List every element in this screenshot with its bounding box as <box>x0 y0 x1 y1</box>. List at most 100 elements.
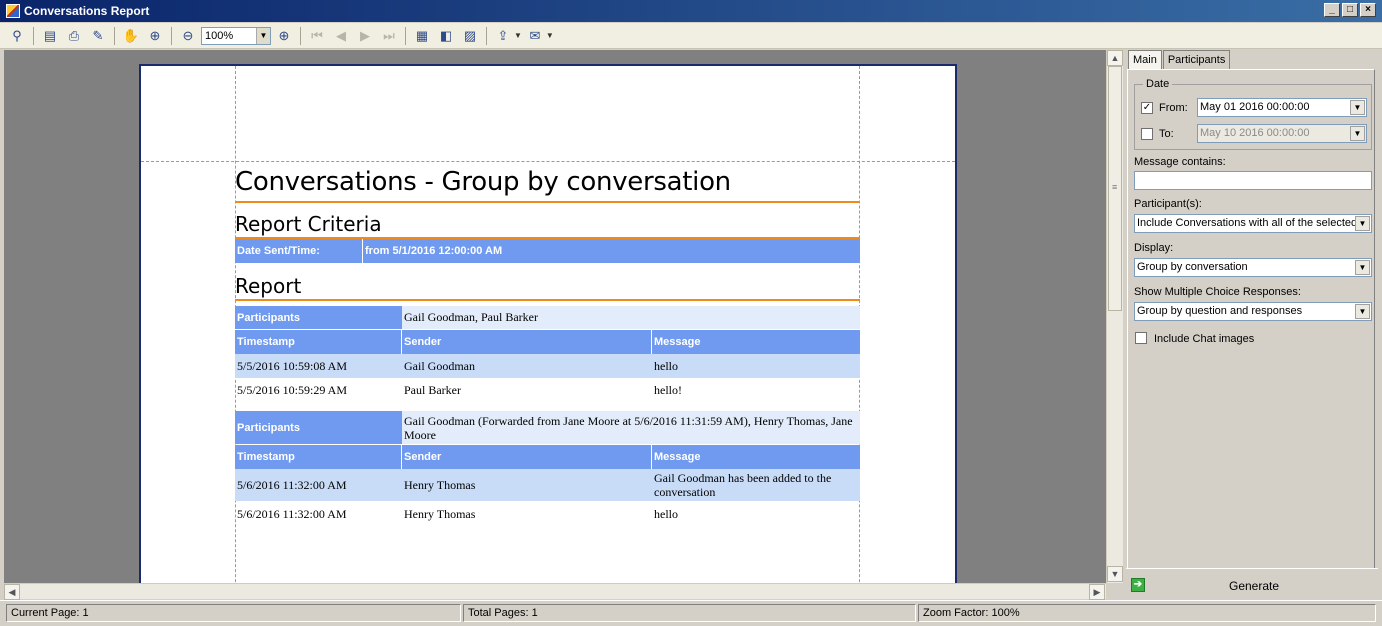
message-contains-label: Message contains: <box>1134 156 1226 168</box>
page-color-icon[interactable]: ◧ <box>435 25 457 47</box>
mc-responses-select[interactable]: Group by question and responses ▼ <box>1134 302 1372 321</box>
email-icon[interactable]: ✉ <box>524 25 546 47</box>
email-dropdown-icon[interactable]: ▼ <box>546 31 554 40</box>
scroll-right-icon[interactable]: ▶ <box>1089 584 1105 600</box>
toolbar-separator <box>486 26 487 45</box>
report-title: Conversations - Group by conversation <box>235 165 860 203</box>
participants-label: Participants <box>235 411 402 444</box>
scroll-left-icon[interactable]: ◀ <box>4 584 20 600</box>
participants-value: Gail Goodman, Paul Barker <box>402 306 860 329</box>
export-dropdown-icon[interactable]: ▼ <box>514 31 522 40</box>
cell-timestamp: 5/5/2016 10:59:08 AM <box>237 358 348 373</box>
toolbar-separator <box>300 26 301 45</box>
display-label: Display: <box>1134 242 1174 254</box>
table-header: Timestamp Sender Message <box>235 330 860 354</box>
hand-tool-icon[interactable]: ✋ <box>120 25 142 47</box>
find-icon[interactable]: ⚲ <box>6 25 28 47</box>
minimize-button[interactable]: _ <box>1324 3 1340 17</box>
toolbar-separator <box>114 26 115 45</box>
cell-sender: Henry Thomas <box>404 477 476 492</box>
toolbar-separator <box>171 26 172 45</box>
criteria-label: Date Sent/Time: <box>235 239 363 263</box>
scroll-thumb[interactable]: ≡ <box>1108 66 1122 311</box>
zoom-out-icon[interactable]: ⊖ <box>177 25 199 47</box>
cell-timestamp: 5/6/2016 11:32:00 AM <box>237 477 347 492</box>
cell-message: hello! <box>654 382 682 397</box>
to-date-value: May 10 2016 00:00:00 <box>1200 127 1310 139</box>
report-body: Conversations - Group by conversation Re… <box>235 165 860 301</box>
chevron-down-icon[interactable]: ▼ <box>256 27 270 44</box>
options-panel: Main Participants Date ✓ From: May 01 20… <box>1126 50 1378 598</box>
chevron-down-icon[interactable]: ▼ <box>1355 216 1370 231</box>
cell-message: Gail Goodman has been added to the conve… <box>654 471 832 499</box>
last-page-icon[interactable]: ⏭ <box>378 25 400 47</box>
scroll-up-icon[interactable]: ▲ <box>1107 50 1123 66</box>
status-total-pages: Total Pages: 1 <box>463 604 916 622</box>
window-title: Conversations Report <box>24 4 150 18</box>
print-setup-icon[interactable]: ▤ <box>39 25 61 47</box>
zoom-in-icon[interactable]: ⊕ <box>273 25 295 47</box>
chevron-down-icon[interactable]: ▼ <box>1355 304 1370 319</box>
previous-page-icon[interactable]: ◀ <box>330 25 352 47</box>
cell-timestamp: 5/6/2016 11:32:00 AM <box>237 506 347 521</box>
message-contains-input[interactable] <box>1134 171 1372 190</box>
status-current-page: Current Page: 1 <box>6 604 461 622</box>
table-row: 5/6/2016 11:32:00 AM Henry Thomas Gail G… <box>235 469 860 501</box>
participants-row: Participants Gail Goodman (Forwarded fro… <box>235 411 860 444</box>
tab-participants[interactable]: Participants <box>1162 50 1231 70</box>
close-button[interactable]: × <box>1360 3 1376 17</box>
participants-value: Include Conversations with all of the se… <box>1137 217 1358 229</box>
app-icon <box>6 4 20 18</box>
maximize-button[interactable]: □ <box>1342 3 1358 17</box>
table-header: Timestamp Sender Message <box>235 445 860 469</box>
generate-arrow-icon: ➔ <box>1131 578 1145 592</box>
cell-message: hello <box>654 506 678 521</box>
toolbar: ⚲ ▤ ⎙ ✎ ✋ ⊕ ⊖ 100% ▼ ⊕ ⏮ ◀ ▶ ⏭ ▦ ◧ ▨ ⇪ ▼… <box>0 23 1382 49</box>
col-sender: Sender <box>402 445 652 469</box>
report-heading: Report <box>235 273 860 301</box>
cell-message: hello <box>654 358 678 373</box>
display-value: Group by conversation <box>1137 261 1248 273</box>
export-icon[interactable]: ⇪ <box>492 25 514 47</box>
display-select[interactable]: Group by conversation ▼ <box>1134 258 1372 277</box>
vertical-scrollbar[interactable]: ▲ ≡ ▼ <box>1106 50 1123 583</box>
horizontal-scrollbar[interactable]: ◀ ▶ <box>4 583 1106 600</box>
multiple-pages-icon[interactable]: ▦ <box>411 25 433 47</box>
magnifier-icon[interactable]: ⊕ <box>144 25 166 47</box>
mc-responses-value: Group by question and responses <box>1137 305 1303 317</box>
table-row: 5/5/2016 10:59:29 AM Paul Barker hello! <box>235 378 860 402</box>
from-date-value: May 01 2016 00:00:00 <box>1200 101 1310 113</box>
from-date-picker[interactable]: May 01 2016 00:00:00 ▼ <box>1197 98 1367 117</box>
zoom-select[interactable]: 100% ▼ <box>201 26 271 45</box>
print-icon[interactable]: ⎙ <box>63 25 85 47</box>
cell-sender: Henry Thomas <box>404 506 476 521</box>
participants-value: Gail Goodman (Forwarded from Jane Moore … <box>402 411 860 444</box>
to-label: To: <box>1159 128 1174 140</box>
chevron-down-icon[interactable]: ▼ <box>1355 260 1370 275</box>
first-page-icon[interactable]: ⏮ <box>306 25 328 47</box>
include-chat-images-checkbox[interactable] <box>1135 332 1147 344</box>
mc-responses-label: Show Multiple Choice Responses: <box>1134 286 1301 298</box>
generate-button[interactable]: ➔ Generate <box>1126 568 1378 598</box>
print-preview-icon[interactable]: ✎ <box>87 25 109 47</box>
watermark-icon[interactable]: ▨ <box>459 25 481 47</box>
chevron-down-icon[interactable]: ▼ <box>1350 100 1365 115</box>
from-label: From: <box>1159 102 1188 114</box>
col-timestamp: Timestamp <box>235 445 402 469</box>
toolbar-separator <box>33 26 34 45</box>
report-preview[interactable]: Conversations - Group by conversation Re… <box>4 50 1106 583</box>
criteria-heading: Report Criteria <box>235 211 860 239</box>
from-checkbox[interactable]: ✓ <box>1141 102 1153 114</box>
chevron-down-icon[interactable]: ▼ <box>1350 126 1365 141</box>
table-row: 5/6/2016 11:32:00 AM Henry Thomas hello <box>235 502 860 526</box>
to-checkbox[interactable] <box>1141 128 1153 140</box>
date-group-label: Date <box>1143 78 1173 90</box>
scroll-down-icon[interactable]: ▼ <box>1107 566 1123 582</box>
to-date-picker[interactable]: May 10 2016 00:00:00 ▼ <box>1197 124 1367 143</box>
next-page-icon[interactable]: ▶ <box>354 25 376 47</box>
cell-timestamp: 5/5/2016 10:59:29 AM <box>237 382 348 397</box>
criteria-row: Date Sent/Time: from 5/1/2016 12:00:00 A… <box>235 239 860 263</box>
participants-select[interactable]: Include Conversations with all of the se… <box>1134 214 1372 233</box>
table-row: 5/5/2016 10:59:08 AM Gail Goodman hello <box>235 354 860 378</box>
col-sender: Sender <box>402 330 652 354</box>
